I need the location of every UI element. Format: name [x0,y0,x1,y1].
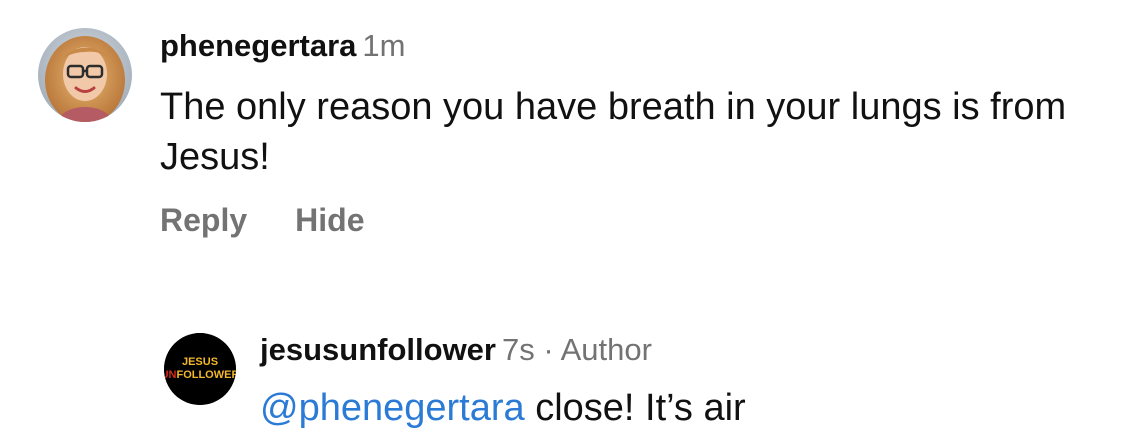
logo-un: UN [164,369,177,381]
comment-actions: Reply Hide [160,202,364,239]
hide-button[interactable]: Hide [295,202,364,238]
reply-author-line: jesusunfollower 7s · Author [260,332,652,368]
comment-text: The only reason you have breath in your … [160,86,1067,178]
reply-separator: · [543,332,554,367]
logo-line-2: UNFOLLOWER [164,369,236,381]
logo-follower: FOLLOWER [176,369,236,381]
comment-username[interactable]: phenegertara [160,28,356,63]
reply-button[interactable]: Reply [160,202,247,238]
comment-timestamp: 1m [362,28,406,63]
author-badge: Author [560,332,652,367]
comment-author-line: phenegertara 1m [160,28,405,64]
profile-photo-icon [38,28,132,122]
commenter-avatar[interactable] [38,28,132,122]
reply-timestamp: 7s · Author [502,332,652,367]
reply-message: close! It’s air [524,387,746,429]
jesus-unfollower-logo-icon: JESUS UNFOLLOWER [164,333,236,405]
logo-line-1: JESUS [182,356,218,368]
reply-time: 7s [501,332,535,367]
mention-link[interactable]: @phenegertara [260,387,525,429]
reply-avatar[interactable]: JESUS UNFOLLOWER [164,333,236,405]
reply-text: @phenegertara close! It’s air [260,383,746,433]
reply-username[interactable]: jesusunfollower [260,332,496,367]
